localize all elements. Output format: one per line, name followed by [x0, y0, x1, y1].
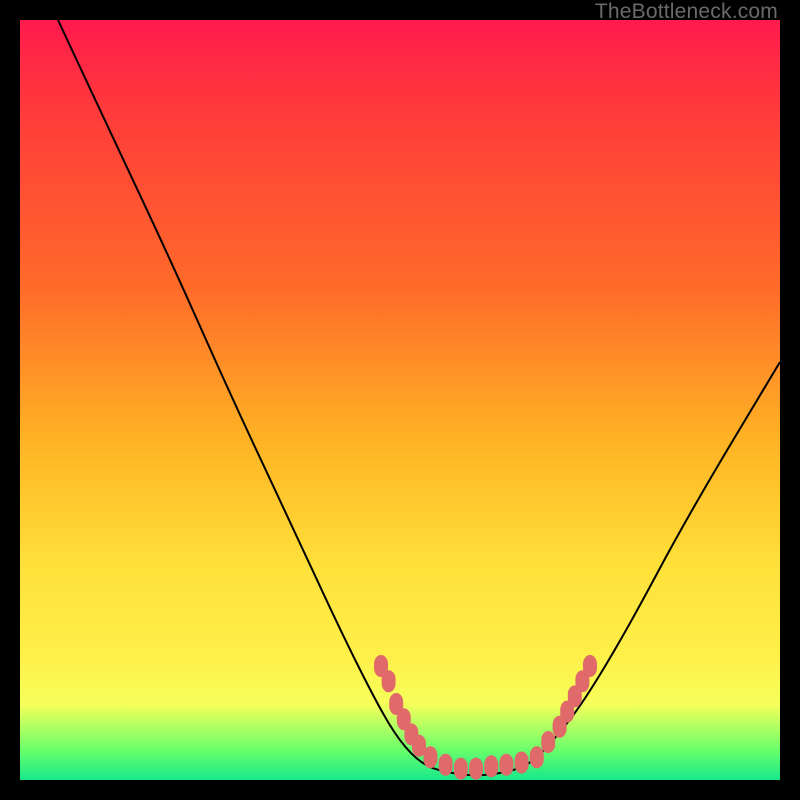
data-marker: [583, 655, 597, 677]
markers-layer: [374, 655, 597, 780]
data-marker: [423, 746, 437, 768]
data-marker: [499, 754, 513, 776]
data-marker: [515, 752, 529, 774]
data-marker: [541, 731, 555, 753]
data-marker: [382, 670, 396, 692]
data-marker: [469, 758, 483, 780]
chart-svg: [20, 20, 780, 780]
bottleneck-curve: [58, 20, 780, 775]
app-frame: TheBottleneck.com: [0, 0, 800, 800]
data-marker: [484, 755, 498, 777]
data-marker: [439, 754, 453, 776]
data-marker: [454, 758, 468, 780]
data-marker: [530, 746, 544, 768]
plot-area: [20, 20, 780, 780]
curve-layer: [58, 20, 780, 775]
